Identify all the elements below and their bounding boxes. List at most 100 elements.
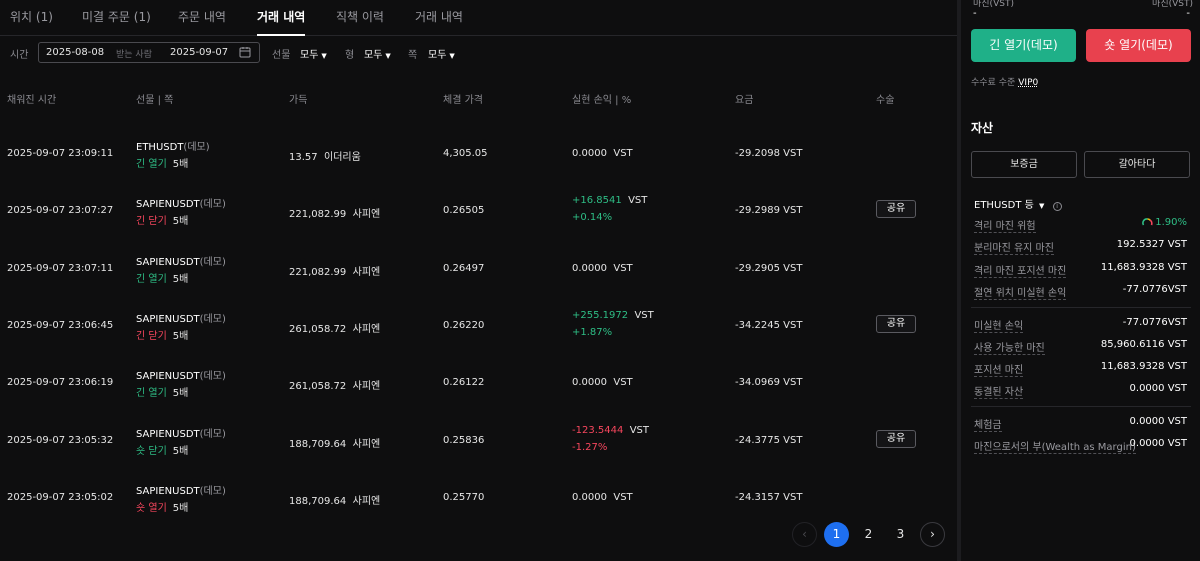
kv-row: 체험금 0.0000 VST [974,416,1187,432]
pnl-percent: +1.87% [572,326,613,338]
quantity: 261,058.72 사피엔 [289,377,380,392]
side-filter-label: 쪽 [408,50,418,61]
tab-position-history[interactable]: 직책 이력 [336,0,384,36]
calendar-icon[interactable] [239,46,251,58]
quantity-value: 221,082.99 [289,266,347,278]
symbol: SAPIENUSDT(데모) [136,253,226,268]
risk-label: 격리 마진 위험 [974,217,1036,233]
table-row: 2025-09-07 23:09:11 ETHUSDT(데모) 긴 열기 5배 13.5… [0,123,957,180]
realized-pnl: 0.0000 VST [572,263,633,274]
fill-time: 2025-09-07 23:07:11 [7,262,114,274]
page-button-3[interactable]: 3 [888,522,913,547]
type-filter-value: 모두 [364,50,383,61]
pnl-value: -123.5444 [572,424,624,436]
trade-side: 숏 열기 5배 [136,499,188,514]
symbol-selector[interactable]: ETHUSDT 등 ▼ i [974,196,1062,211]
kv-value: 0.0000 VST [1129,416,1187,427]
tab-transaction-history[interactable]: 거래 내역 [415,0,463,36]
symbol: SAPIENUSDT(데모) [136,367,226,382]
quantity-unit: 사피엔 [352,323,381,335]
kv-row: 절연 위치 미실현 손익 -77.0776VST [974,284,1187,300]
column-header-futures-side: 선물 | 쪽 [136,95,174,106]
page-button-1[interactable]: 1 [824,522,849,547]
symbol-name: SAPIENUSDT [136,199,200,211]
kv-row: 분리마진 유지 마진 192.5327 VST [974,239,1187,255]
side-filter-dropdown[interactable]: 모두 ▼ [428,46,455,61]
fee-level-label: 수수료 수준 [971,78,1016,88]
order-assets-panel: 마진(VST) 마진(VST) - - 긴 열기(데모) 숏 열기(데모) 수수… [961,0,1200,561]
share-button[interactable]: 공유 [876,314,916,333]
prev-page-button[interactable]: ‹ [792,522,817,547]
date-from[interactable]: 2025-08-08 [46,47,104,58]
side-label: 긴 열기 [136,273,167,285]
demo-tag: (데모) [199,313,226,325]
open-long-button[interactable]: 긴 열기(데모) [971,29,1076,62]
margin-summary: 마진(VST) 마진(VST) [973,0,1193,12]
tab-order-history[interactable]: 주문 내역 [178,0,226,36]
transfer-button[interactable]: 갈아타다 [1084,151,1190,178]
symbol-name: SAPIENUSDT [136,371,200,383]
tab-open-orders[interactable]: 미결 주문 (1) [82,0,151,36]
quantity-unit: 사피엔 [352,381,381,393]
leverage: 5배 [172,159,189,170]
table-row: 2025-09-07 23:05:32 SAPIENUSDT(데모) 숏 닫기 5배 1… [0,410,957,467]
trade-history-panel: 위치 (1) 미결 주문 (1) 주문 내역 거래 내역 직책 이력 거래 내역… [0,0,957,561]
tab-positions[interactable]: 위치 (1) [10,0,53,36]
quantity-value: 13.57 [289,152,318,163]
pnl-value: 0.0000 [572,148,607,159]
share-button[interactable]: 공유 [876,429,916,448]
leverage: 5배 [172,388,189,400]
deposit-button[interactable]: 보증금 [971,151,1077,178]
kv-label: 동결된 자산 [974,383,1024,399]
futures-filter-value: 모두 [300,50,319,61]
fee: -34.2245 VST [735,319,803,331]
side-label: 숏 열기 [136,502,167,514]
futures-filter-dropdown[interactable]: 모두 ▼ [300,46,327,61]
fill-time: 2025-09-07 23:09:11 [7,148,114,159]
info-icon[interactable]: i [1052,202,1062,211]
column-header-qty: 가득 [289,95,308,106]
fee: -24.3157 VST [735,491,803,503]
kv-row: 미실현 손익 -77.0776VST [974,317,1187,333]
side-filter-value: 모두 [428,50,447,61]
date-to[interactable]: 2025-09-07 [170,47,228,58]
fee-level-value[interactable]: VIP0 [1018,78,1038,88]
pnl-unit: VST [613,148,633,159]
pnl-value: 0.0000 [572,491,607,503]
kv-label: 분리마진 유지 마진 [974,239,1054,255]
trade-side: 긴 닫기 5배 [136,212,188,227]
symbol-selector-label: ETHUSDT 등 [974,200,1034,211]
fill-price: 0.26497 [443,262,485,274]
kv-row: 마진으로서의 부(Wealth as Margin) 0.0000 VST [974,438,1187,454]
realized-pnl: 0.0000 VST [572,492,633,503]
risk-value: 1.90% [1155,217,1187,228]
demo-tag: (데모) [183,142,210,153]
quantity: 261,058.72 사피엔 [289,320,380,335]
kv-row: 사용 가능한 마진 85,960.6116 VST [974,339,1187,355]
type-filter-label: 형 [345,50,355,61]
column-header-time: 채워진 시간 [7,95,57,106]
quantity-value: 188,709.64 [289,438,347,450]
quantity: 13.57 이더리움 [289,148,361,163]
share-button[interactable]: 공유 [876,200,916,219]
quantity-unit: 사피엔 [352,438,381,450]
pnl-value: +255.1972 [572,309,629,321]
kv-value: -77.0776VST [1122,284,1187,295]
open-short-button[interactable]: 숏 열기(데모) [1086,29,1191,62]
next-page-button[interactable]: › [920,522,945,547]
realized-pnl: +16.8541 VST [572,195,647,206]
table-row: 2025-09-07 23:06:19 SAPIENUSDT(데모) 긴 열기 5배 2… [0,352,957,409]
page-button-2[interactable]: 2 [856,522,881,547]
fill-price: 4,305.05 [443,148,488,159]
fee: -29.2905 VST [735,262,803,274]
type-filter-dropdown[interactable]: 모두 ▼ [364,46,391,61]
quantity-value: 261,058.72 [289,323,347,335]
trade-side: 숏 닫기 5배 [136,442,188,457]
assets-title: 자산 [971,121,994,135]
trade-side: 긴 열기 5배 [136,155,188,170]
date-range-picker[interactable]: 2025-08-08 받는 사람 2025-09-07 [38,42,260,63]
kv-label: 사용 가능한 마진 [974,339,1045,355]
table-row: 2025-09-07 23:07:27 SAPIENUSDT(데모) 긴 닫기 5배 2… [0,180,957,237]
tab-trade-history[interactable]: 거래 내역 [257,0,306,36]
table-row: 2025-09-07 23:06:45 SAPIENUSDT(데모) 긴 닫기 5배 2… [0,295,957,352]
